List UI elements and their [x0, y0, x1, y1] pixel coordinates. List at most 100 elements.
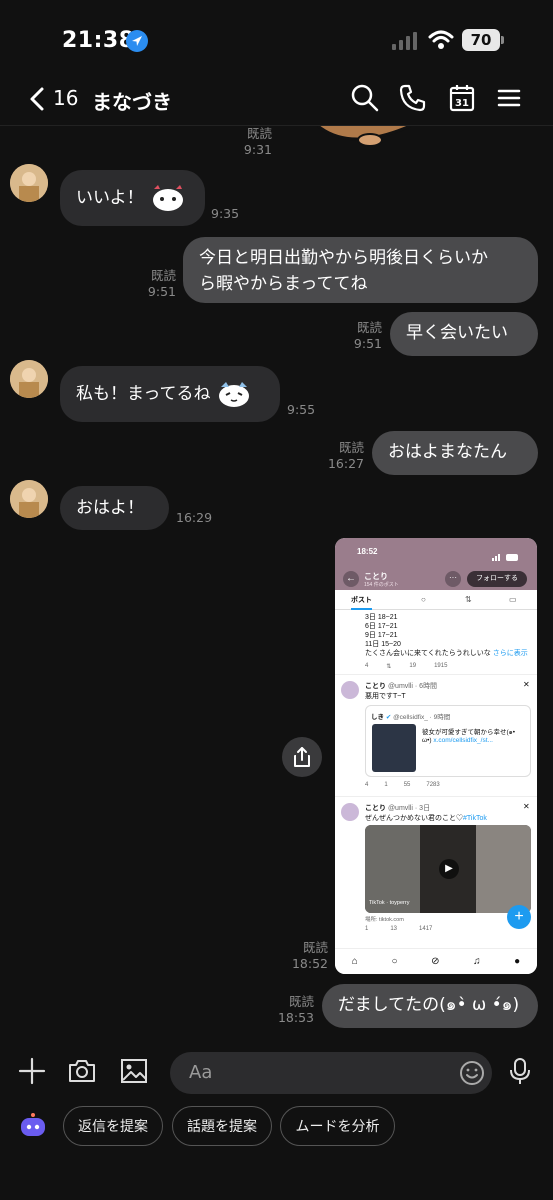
message-text: だましてたの(๑•̀ ω •́๑) — [338, 995, 520, 1015]
reply-count: 4 — [365, 782, 369, 788]
link-source: 場所: tiktok.com — [365, 917, 404, 923]
screenshot-tab-posts: ポスト — [351, 595, 372, 610]
avatar[interactable] — [10, 164, 48, 202]
quote-handle: @cellsidfix_ · 9時間 — [393, 714, 451, 721]
message-text: おはよまなたん — [388, 442, 507, 462]
message-bubble-outgoing[interactable]: 早く会いたい — [390, 312, 538, 356]
quote-text-2: ω•) — [422, 737, 432, 744]
battery-cap — [501, 36, 504, 44]
back-button[interactable] — [28, 86, 46, 116]
suggest-topic-chip[interactable]: 話題を提案 — [172, 1106, 272, 1146]
message-time: 9:35 — [211, 206, 240, 221]
screenshot-profile-header: 18:52 ← ことり 154 件のポスト ··· フォローする — [335, 538, 537, 590]
message-bubble-incoming[interactable]: おはよ！ — [60, 486, 169, 530]
microphone-icon — [510, 1058, 530, 1084]
view-count: 1915 — [434, 663, 448, 669]
post-text: 悪用ですT~T — [365, 693, 406, 700]
gallery-button[interactable] — [119, 1056, 149, 1086]
schedule-line: 6日 17~21 — [365, 623, 398, 630]
notifications-icon: ♫ — [473, 956, 481, 967]
ai-robot-icon — [21, 1113, 45, 1136]
svg-text:31: 31 — [455, 98, 469, 109]
message-text: 早く会いたい — [406, 323, 508, 343]
message-bubble-outgoing[interactable]: だましてたの(๑•̀ ω •́๑) — [322, 984, 538, 1028]
message-bubble-incoming[interactable]: いいよ！ — [60, 170, 205, 226]
unread-count[interactable]: 16 — [53, 86, 78, 110]
camera-button[interactable] — [67, 1056, 97, 1086]
quote-link: x.com/cellsidfix_/st... — [433, 737, 493, 744]
screenshot-more-icon: ··· — [445, 571, 461, 587]
image-attachment[interactable]: 18:52 ← ことり 154 件のポスト ··· フォローする ポスト ○ ⇅… — [335, 538, 537, 974]
emoji-sticker — [216, 379, 252, 409]
message-bubble-outgoing[interactable]: 今日と明日出勤やから明後日くらいか ら暇やからまっててね — [183, 237, 538, 303]
home-icon: ⌂ — [351, 956, 358, 967]
message-text: いいよ！ — [76, 188, 144, 208]
read-receipt: 既読 — [246, 126, 272, 141]
quote-text: 彼女が可愛すぎて朝から幸せ(๑• — [422, 729, 516, 736]
screenshot-tab-icon: ○ — [421, 595, 426, 604]
message-time: 9:31 — [243, 142, 272, 157]
screenshot-tab-icon: ⇅ — [465, 595, 472, 604]
menu-button[interactable] — [496, 83, 526, 113]
smiley-icon — [460, 1061, 484, 1085]
show-more-link: さらに表示 — [492, 650, 528, 657]
message-bubble-incoming[interactable]: 私も！まってるね — [60, 366, 280, 422]
screenshot-avatar — [341, 681, 359, 699]
quote-author: しき — [371, 714, 384, 721]
read-receipt: 既読 — [288, 994, 314, 1009]
hamburger-menu-icon — [497, 89, 521, 107]
add-button[interactable] — [17, 1056, 47, 1086]
schedule-line: 9日 17~21 — [365, 632, 398, 639]
tiktok-label: TikTok · toyperry — [369, 900, 410, 906]
schedule-note: たくさん会いに来てくれたらうれしいな — [365, 650, 491, 657]
message-input[interactable] — [170, 1052, 492, 1094]
message-time: 16:27 — [327, 456, 364, 471]
search-button[interactable] — [350, 83, 380, 113]
messages-icon: ● — [514, 956, 521, 967]
screenshot-time: 18:52 — [357, 547, 378, 556]
avatar[interactable] — [10, 360, 48, 398]
calendar-icon: 31 — [449, 85, 475, 112]
message-bubble-outgoing[interactable]: おはよまなたん — [372, 431, 538, 475]
message-time: 9:51 — [353, 336, 382, 351]
post-hashtag: #TikTok — [463, 815, 487, 822]
emoji-sticker — [150, 183, 186, 213]
post-text: ぜんぜんつかめない君のこと♡ — [365, 815, 463, 822]
message-time: 9:51 — [147, 284, 176, 299]
header-divider — [0, 125, 553, 126]
post-author: ことり — [365, 683, 386, 690]
message-text: 私も！まってるね — [76, 384, 211, 404]
like-count: 19 — [409, 663, 417, 669]
ai-assistant-button[interactable] — [18, 1112, 48, 1140]
view-count: 1417 — [419, 926, 433, 932]
screenshot-tabs: ポスト ○ ⇅ ▭ — [335, 590, 537, 610]
screenshot-post-1: ことり @umvlli · 6時間 ✕ 悪用ですT~T しき ✔ @cellsi… — [335, 675, 537, 797]
screenshot-post-2: ことり @umvlli · 3日 ✕ ぜんぜんつかめない君のこと♡#TikTok… — [335, 797, 537, 937]
suggest-reply-chip[interactable]: 返信を提案 — [63, 1106, 163, 1146]
read-receipt: 既読 — [150, 268, 176, 283]
schedule-line: 3日 18~21 — [365, 614, 398, 621]
quoted-post: しき ✔ @cellsidfix_ · 9時間 彼女が可愛すぎて朝から幸せ(๑•… — [365, 705, 531, 777]
repost-count: 1 — [384, 782, 388, 788]
share-button[interactable] — [282, 737, 322, 777]
calendar-button[interactable]: 31 — [447, 83, 477, 113]
screenshot-stats: 4 1 55 7283 — [365, 782, 440, 788]
analyze-mood-chip[interactable]: ムードを分析 — [280, 1106, 395, 1146]
screenshot-tab-icon: ▭ — [509, 595, 517, 604]
cellular-signal-icon — [392, 32, 417, 50]
call-button[interactable] — [398, 83, 428, 113]
tiktok-video-thumbnail: ▶ TikTok · toyperry — [365, 825, 531, 913]
screenshot-stats: 1 13 1417 — [365, 926, 432, 932]
screenshot-follow-button: フォローする — [467, 571, 527, 587]
message-time: 18:52 — [291, 956, 328, 971]
avatar[interactable] — [10, 480, 48, 518]
message-time: 18:53 — [277, 1010, 314, 1025]
schedule-line: 11日 15~20 — [365, 641, 401, 648]
voice-button[interactable] — [507, 1056, 537, 1086]
message-input-placeholder: Aa — [189, 1062, 213, 1083]
message-time: 9:55 — [287, 402, 316, 417]
emoji-button[interactable] — [459, 1060, 485, 1086]
sticker-partial[interactable] — [310, 126, 420, 148]
compose-fab-icon: + — [507, 905, 531, 929]
screenshot-stats: 4 ⇅ 19 1915 — [335, 658, 537, 675]
